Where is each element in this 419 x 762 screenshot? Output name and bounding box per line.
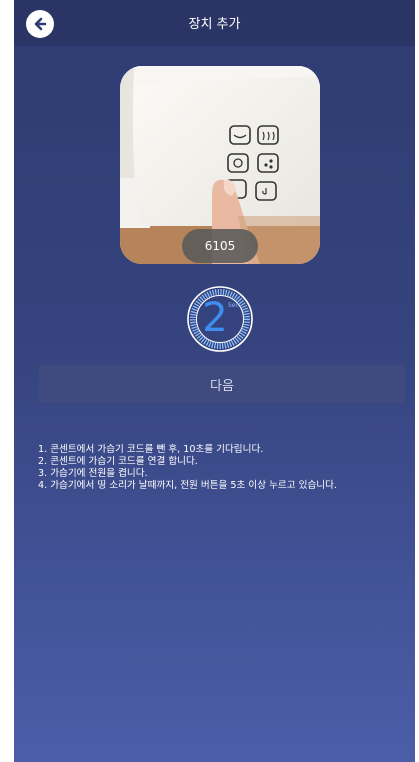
device-code: 6105	[182, 229, 258, 263]
timer-value: 2	[202, 295, 228, 341]
countdown-timer: 2 Sec	[184, 283, 256, 355]
timer-unit: Sec	[228, 302, 239, 309]
instructions-list: 1. 콘센트에서 가습기 코드를 뺀 후, 10초를 기다립니다. 2. 콘센트…	[38, 444, 413, 492]
top-bar: 장치 추가	[14, 0, 415, 46]
page-title: 장치 추가	[188, 17, 241, 32]
instruction-item: 2. 콘센트에 가습기 코드를 연결 합니다.	[38, 456, 198, 467]
instruction-item: 3. 가습기에 전원을 켭니다.	[38, 468, 148, 479]
instruction-item: 1. 콘센트에서 가습기 코드를 뺀 후, 10초를 기다립니다.	[38, 444, 264, 455]
instruction-item: 4. 가습기에서 띵 소리가 날때까지, 전원 버튼을 5초 이상 누르고 있습…	[38, 480, 337, 491]
next-button[interactable]: 다음	[39, 365, 405, 403]
screen: 장치 추가 6105 2 Sec 다음 1. 콘센트에서 가습기 코드를 뺀 후…	[14, 0, 415, 762]
